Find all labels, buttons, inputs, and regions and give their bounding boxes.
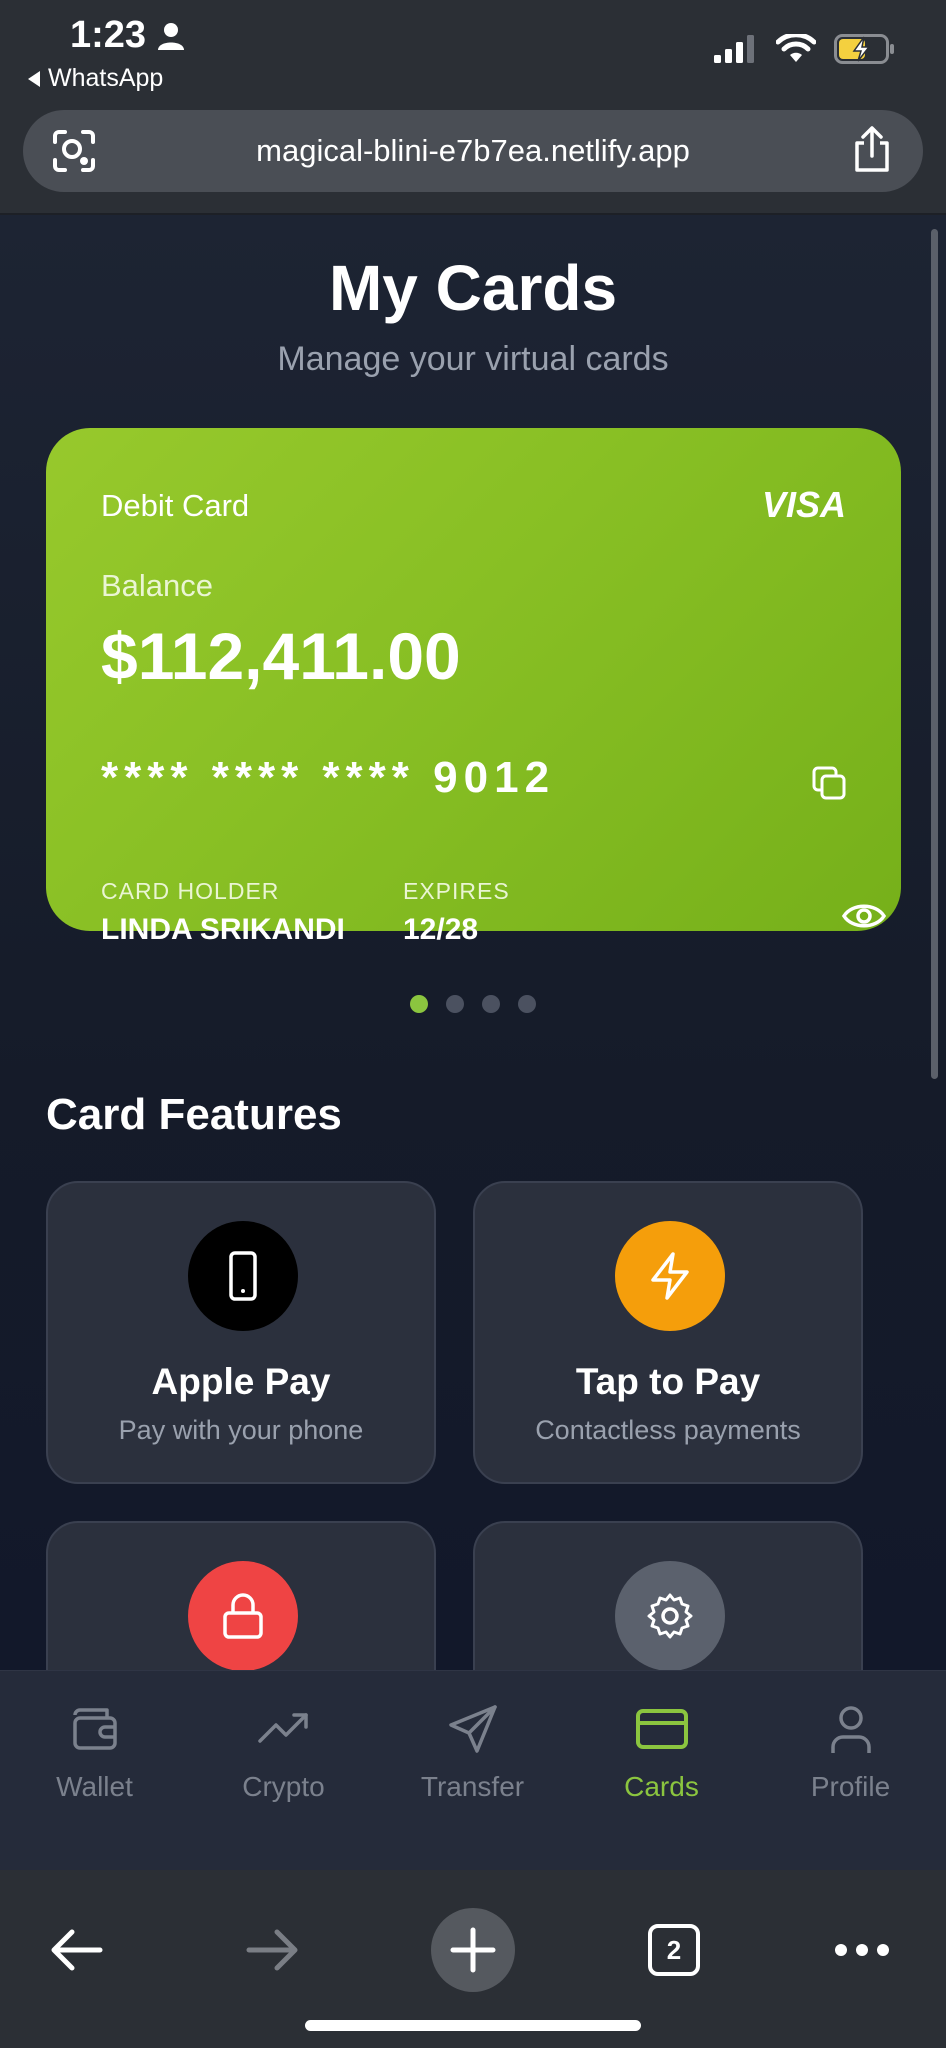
browser-top-chrome: 1:23 WhatsApp magical-blini-e7b7ea.netli… xyxy=(0,0,946,215)
card-holder-name: LINDA SRIKANDI xyxy=(101,913,345,946)
card-balance: $112,411.00 xyxy=(101,619,461,693)
copy-icon[interactable] xyxy=(809,763,849,803)
card-number: **** **** **** 9012 xyxy=(101,753,556,802)
bolt-icon xyxy=(615,1221,725,1331)
debit-card[interactable]: Debit Card VISA Balance $112,411.00 ****… xyxy=(46,428,901,946)
new-tab-button[interactable] xyxy=(431,1908,515,1992)
signal-icon xyxy=(714,35,754,63)
back-button[interactable] xyxy=(36,1910,116,1990)
arrow-left-icon xyxy=(51,1929,103,1971)
trending-up-icon xyxy=(257,1713,308,1743)
home-indicator xyxy=(305,2020,641,2031)
card-holder-label: CARD HOLDER xyxy=(101,878,280,904)
page-title: My Cards xyxy=(328,252,618,324)
send-icon xyxy=(448,1705,497,1753)
tab-label: Transfer xyxy=(420,1771,525,1802)
carousel-dot-1[interactable] xyxy=(410,995,428,1013)
more-icon xyxy=(835,1944,889,1956)
back-to-app-link[interactable]: WhatsApp xyxy=(28,64,163,93)
share-icon[interactable] xyxy=(851,126,893,174)
card-type-label: Debit Card xyxy=(101,488,250,523)
url-text: magical-blini-e7b7ea.netlify.app xyxy=(256,133,690,168)
status-time-text: 1:23 xyxy=(70,14,147,56)
back-app-label: WhatsApp xyxy=(48,64,164,92)
tab-cards[interactable]: Cards xyxy=(567,1701,756,1803)
tab-label: Cards xyxy=(624,1771,699,1802)
status-icons xyxy=(714,34,896,64)
page-subtitle: Manage your virtual cards xyxy=(277,340,669,378)
carousel-dots xyxy=(0,995,946,1013)
status-time: 1:23 xyxy=(70,14,186,57)
feature-desc: Pay with your phone xyxy=(118,1415,364,1445)
feature-desc: Contactless payments xyxy=(535,1415,801,1445)
eye-icon[interactable] xyxy=(842,901,886,931)
visual-lookup-icon[interactable] xyxy=(51,128,97,174)
user-icon xyxy=(830,1706,871,1753)
wallet-icon xyxy=(72,1708,117,1750)
tab-label: Crypto xyxy=(242,1771,325,1802)
carousel-dot-2[interactable] xyxy=(446,995,464,1013)
tabs-button[interactable]: 2 xyxy=(634,1910,714,1990)
card-icon xyxy=(635,1709,688,1749)
tab-wallet[interactable]: Wallet xyxy=(0,1701,189,1803)
feature-tap-to-pay[interactable]: Tap to Pay Contactless payments xyxy=(473,1181,863,1484)
more-button[interactable] xyxy=(822,1910,902,1990)
phone-icon xyxy=(188,1221,298,1331)
feature-apple-pay[interactable]: Apple Pay Pay with your phone xyxy=(46,1181,436,1484)
forward-button[interactable] xyxy=(233,1910,313,1990)
carousel-dot-3[interactable] xyxy=(482,995,500,1013)
tab-label: Profile xyxy=(810,1771,891,1802)
bottom-tab-bar: Wallet Crypto Transfer Cards Profile xyxy=(0,1670,946,1870)
tab-crypto[interactable]: Crypto xyxy=(189,1701,378,1803)
card-balance-label: Balance xyxy=(101,568,214,603)
feature-title: Tap to Pay xyxy=(575,1361,761,1402)
feature-card-settings[interactable] xyxy=(473,1521,863,1670)
card-expires-label: EXPIRES xyxy=(403,878,510,904)
card-features-title: Card Features xyxy=(46,1090,342,1139)
carousel-dot-4[interactable] xyxy=(518,995,536,1013)
gear-icon xyxy=(615,1561,725,1670)
card-brand-logo: VISA xyxy=(761,484,846,525)
page-content[interactable]: My Cards Manage your virtual cards Debit… xyxy=(0,215,946,1670)
tab-label: Wallet xyxy=(56,1771,133,1802)
address-bar[interactable]: magical-blini-e7b7ea.netlify.app xyxy=(23,110,923,192)
back-triangle-icon xyxy=(28,70,40,87)
person-icon xyxy=(158,22,185,50)
battery-charging-icon xyxy=(834,34,894,64)
tab-count: 2 xyxy=(648,1924,700,1976)
wifi-icon xyxy=(776,34,816,62)
lock-icon xyxy=(188,1561,298,1670)
card-expires-value: 12/28 xyxy=(403,913,479,946)
plus-icon xyxy=(450,1927,496,1973)
arrow-right-icon xyxy=(246,1929,298,1971)
tab-profile[interactable]: Profile xyxy=(756,1701,945,1803)
feature-title: Apple Pay xyxy=(151,1361,331,1402)
feature-lock-card[interactable] xyxy=(46,1521,436,1670)
tab-transfer[interactable]: Transfer xyxy=(378,1701,567,1803)
